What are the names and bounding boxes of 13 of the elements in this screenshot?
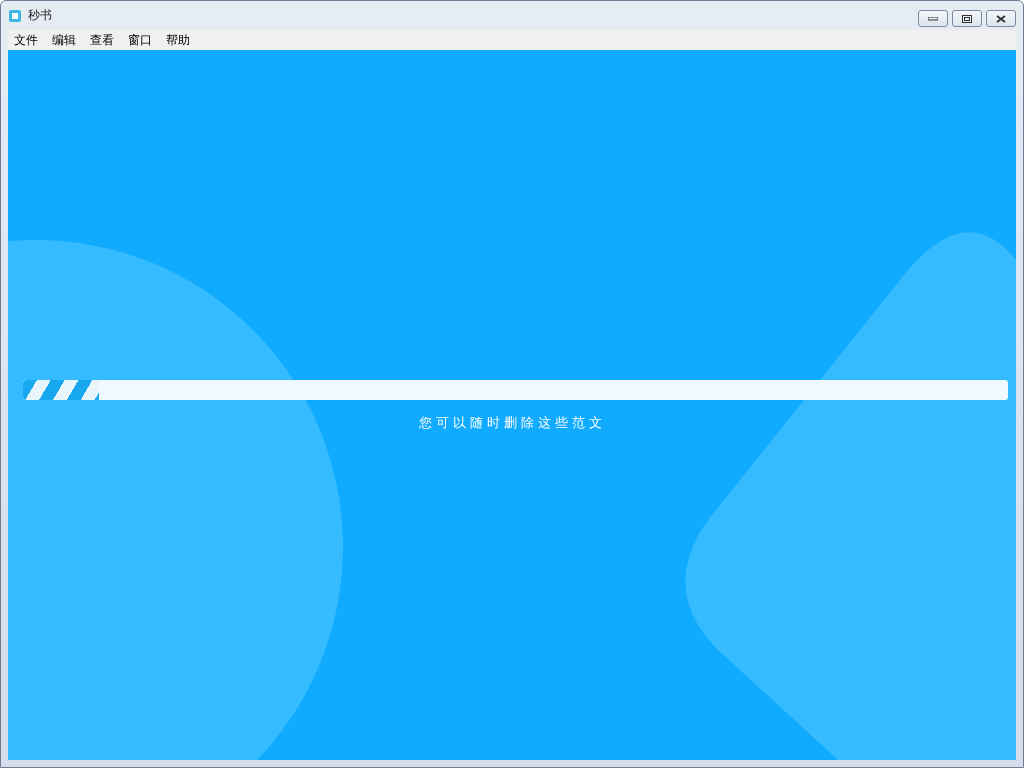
close-icon <box>996 14 1006 23</box>
minimize-icon <box>928 16 938 21</box>
app-icon <box>8 8 22 23</box>
maximize-button[interactable] <box>952 10 982 27</box>
window-title: 秒书 <box>28 7 53 24</box>
menu-item[interactable]: 窗口 <box>128 31 152 49</box>
menu-item[interactable]: 帮助 <box>166 31 190 49</box>
loading-message: 您可以随时删除这些范文 <box>417 414 607 432</box>
menu-item[interactable]: 查看 <box>90 31 114 49</box>
restore-icon <box>962 14 972 23</box>
menu-item[interactable]: 文件 <box>14 31 38 49</box>
menu-item[interactable]: 编辑 <box>52 31 76 49</box>
close-button[interactable] <box>986 10 1016 27</box>
